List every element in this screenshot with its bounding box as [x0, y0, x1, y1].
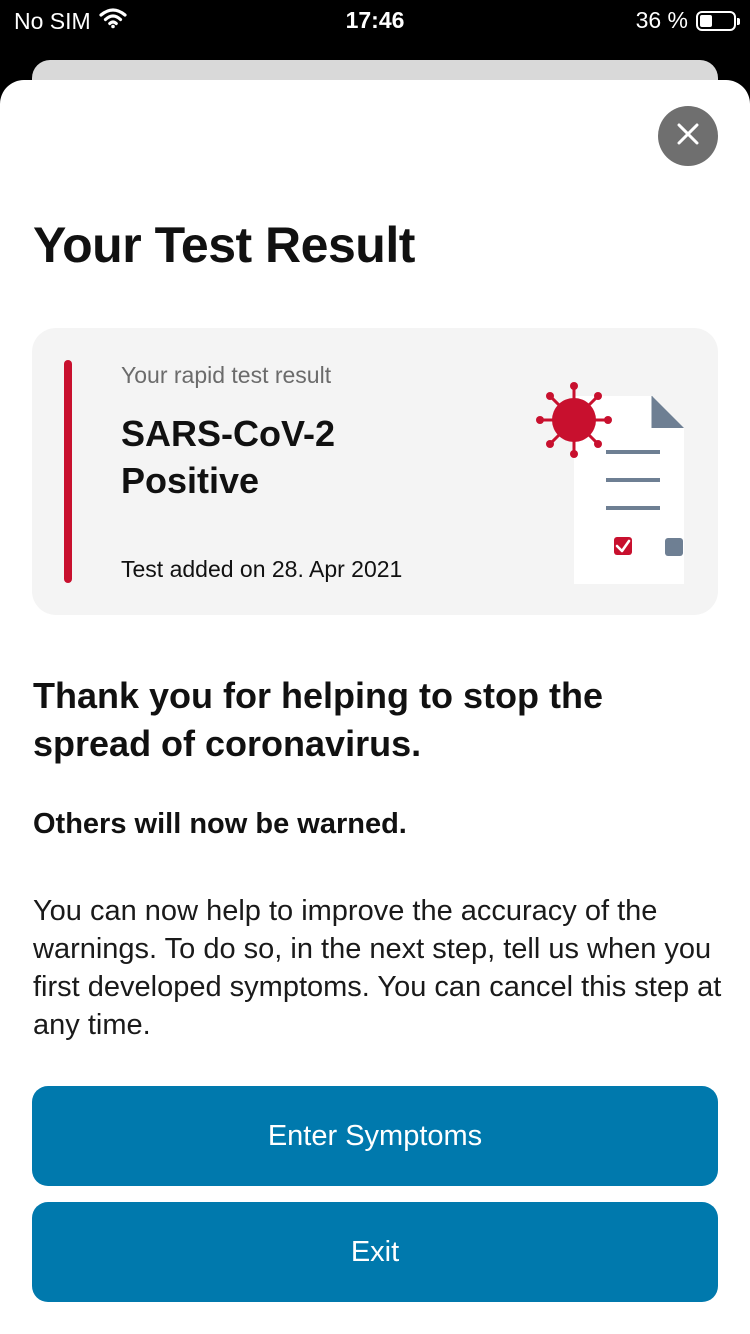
result-caption: Your rapid test result	[121, 362, 332, 388]
battery-level-fill	[700, 14, 712, 27]
battery-percent: 36 %	[635, 7, 688, 33]
warning-subheading: Others will now be warned.	[33, 808, 407, 840]
enter-symptoms-button[interactable]: Enter Symptoms	[32, 1086, 718, 1186]
result-date: Test added on 28. Apr 2021	[121, 556, 403, 582]
virus-document-icon	[502, 356, 692, 586]
result-accent-bar	[64, 360, 72, 583]
close-button[interactable]	[658, 106, 718, 166]
result-sheet: Your Test Result Your rapid test result …	[0, 80, 750, 1334]
status-bar: No SIM 17:46 36 %	[0, 0, 750, 40]
result-card: Your rapid test result SARS-CoV-2 Positi…	[32, 328, 718, 615]
result-value: SARS-CoV-2 Positive	[121, 413, 336, 501]
battery-group: 36 %	[635, 7, 740, 34]
close-icon	[677, 123, 699, 150]
thank-you-heading: Thank you for helping to stop the spread…	[33, 675, 603, 764]
exit-label: Exit	[350, 1235, 400, 1268]
enter-symptoms-label: Enter Symptoms	[267, 1119, 483, 1152]
page-title: Your Test Result	[33, 217, 415, 273]
battery-icon	[696, 10, 740, 31]
exit-button[interactable]: Exit	[32, 1202, 718, 1302]
instruction-text: You can now help to improve the accuracy…	[33, 895, 722, 1041]
